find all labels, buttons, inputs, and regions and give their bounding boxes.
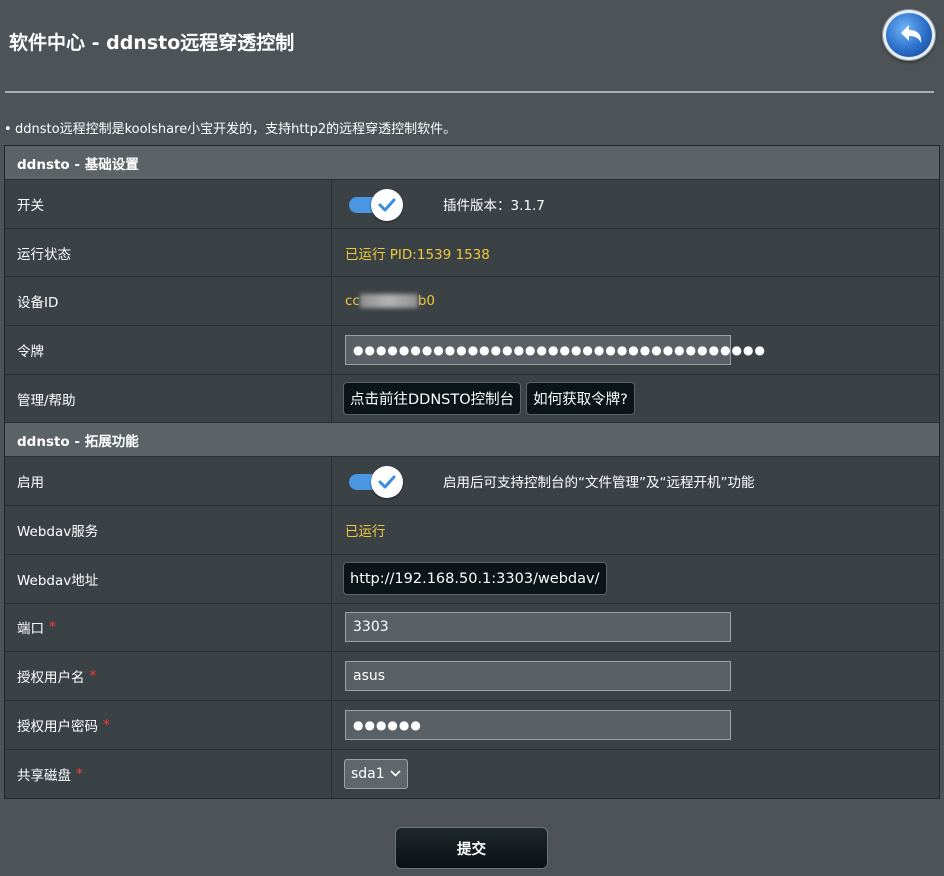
enable-hint: 启用后可支持控制台的“文件管理”及“远程开机”功能 <box>443 475 755 492</box>
switch-toggle[interactable] <box>345 188 403 221</box>
submit-button[interactable]: 提交 <box>395 827 548 869</box>
enable-toggle[interactable] <box>345 466 403 499</box>
page-header: 软件中心 - ddnsto远程穿透控制 <box>0 0 944 92</box>
device-id-value: cc b0 <box>345 293 436 310</box>
back-button[interactable] <box>883 10 935 60</box>
disk-selected-value: sda1 <box>351 765 385 782</box>
plugin-version: 插件版本：3.1.7 <box>443 197 545 214</box>
enable-row: 启用 启用后可支持控制台的“文件管理”及“远程开机”功能 <box>5 457 939 507</box>
device-id-label: 设备ID <box>5 277 332 326</box>
webdav-address-link[interactable]: http://192.168.50.1:3303/webdav/ <box>343 562 607 596</box>
plugin-description: • ddnsto远程控制是koolshare小宝开发的，支持http2的远程穿透控… <box>4 122 457 137</box>
settings-table: ddnsto - 基础设置 开关 插件版本：3.1.7 运行状态 已运行 PID… <box>4 145 940 800</box>
redacted-block <box>359 294 418 309</box>
manage-row: 管理/帮助 点击前往DDNSTO控制台 如何获取令牌? <box>5 374 939 424</box>
password-label: 授权用户密码 * <box>5 700 332 749</box>
token-label: 令牌 <box>5 326 332 374</box>
username-input[interactable]: asus <box>345 661 731 692</box>
webdav-service-label: Webdav服务 <box>5 506 332 554</box>
webdav-address-row: Webdav地址 http://192.168.50.1:3303/webdav… <box>5 554 939 604</box>
port-label: 端口 * <box>5 603 332 652</box>
divider <box>5 91 934 93</box>
manage-label: 管理/帮助 <box>5 374 332 423</box>
switch-row: 开关 插件版本：3.1.7 <box>5 180 939 229</box>
page-title: 软件中心 - ddnsto远程穿透控制 <box>9 32 295 54</box>
port-row: 端口 * 3303 <box>5 603 939 653</box>
checkmark-icon <box>378 475 396 489</box>
status-value: 已运行 PID:1539 1538 <box>345 246 490 263</box>
back-arrow-icon <box>901 25 922 43</box>
disk-label: 共享磁盘 * <box>5 749 332 799</box>
port-input[interactable]: 3303 <box>345 612 731 643</box>
enable-label: 启用 <box>5 457 332 506</box>
username-label: 授权用户名 * <box>5 652 332 700</box>
webdav-service-row: Webdav服务 已运行 <box>5 506 939 555</box>
description-text: ddnsto远程控制是koolshare小宝开发的，支持http2的远程穿透控制… <box>15 122 457 137</box>
switch-label: 开关 <box>5 180 332 228</box>
checkmark-icon <box>378 198 396 212</box>
device-id-row: 设备ID cc b0 <box>5 277 939 327</box>
extended-settings-header: ddnsto - 拓展功能 <box>5 423 939 458</box>
status-label: 运行状态 <box>5 228 332 277</box>
disk-select[interactable]: sda1 <box>344 758 408 789</box>
basic-settings-header: ddnsto - 基础设置 <box>5 146 939 180</box>
password-input[interactable]: ●●●●●● <box>345 709 731 740</box>
chevron-down-icon <box>390 770 401 778</box>
token-input[interactable]: ●●●●●●●●●●●●●●●●●●●●●●●●●●●●●●●●●●●● <box>345 334 765 365</box>
password-row: 授权用户密码 * ●●●●●● <box>5 700 939 750</box>
console-button[interactable]: 点击前往DDNSTO控制台 <box>343 382 522 416</box>
webdav-address-label: Webdav地址 <box>5 554 332 603</box>
get-token-help-button[interactable]: 如何获取令牌? <box>526 382 635 416</box>
token-row: 令牌 ●●●●●●●●●●●●●●●●●●●●●●●●●●●●●●●●●●●● <box>5 326 939 375</box>
disk-row: 共享磁盘 * sda1 <box>5 749 939 799</box>
webdav-service-status: 已运行 <box>345 523 386 540</box>
status-row: 运行状态 已运行 PID:1539 1538 <box>5 228 939 278</box>
username-row: 授权用户名 * asus <box>5 652 939 701</box>
